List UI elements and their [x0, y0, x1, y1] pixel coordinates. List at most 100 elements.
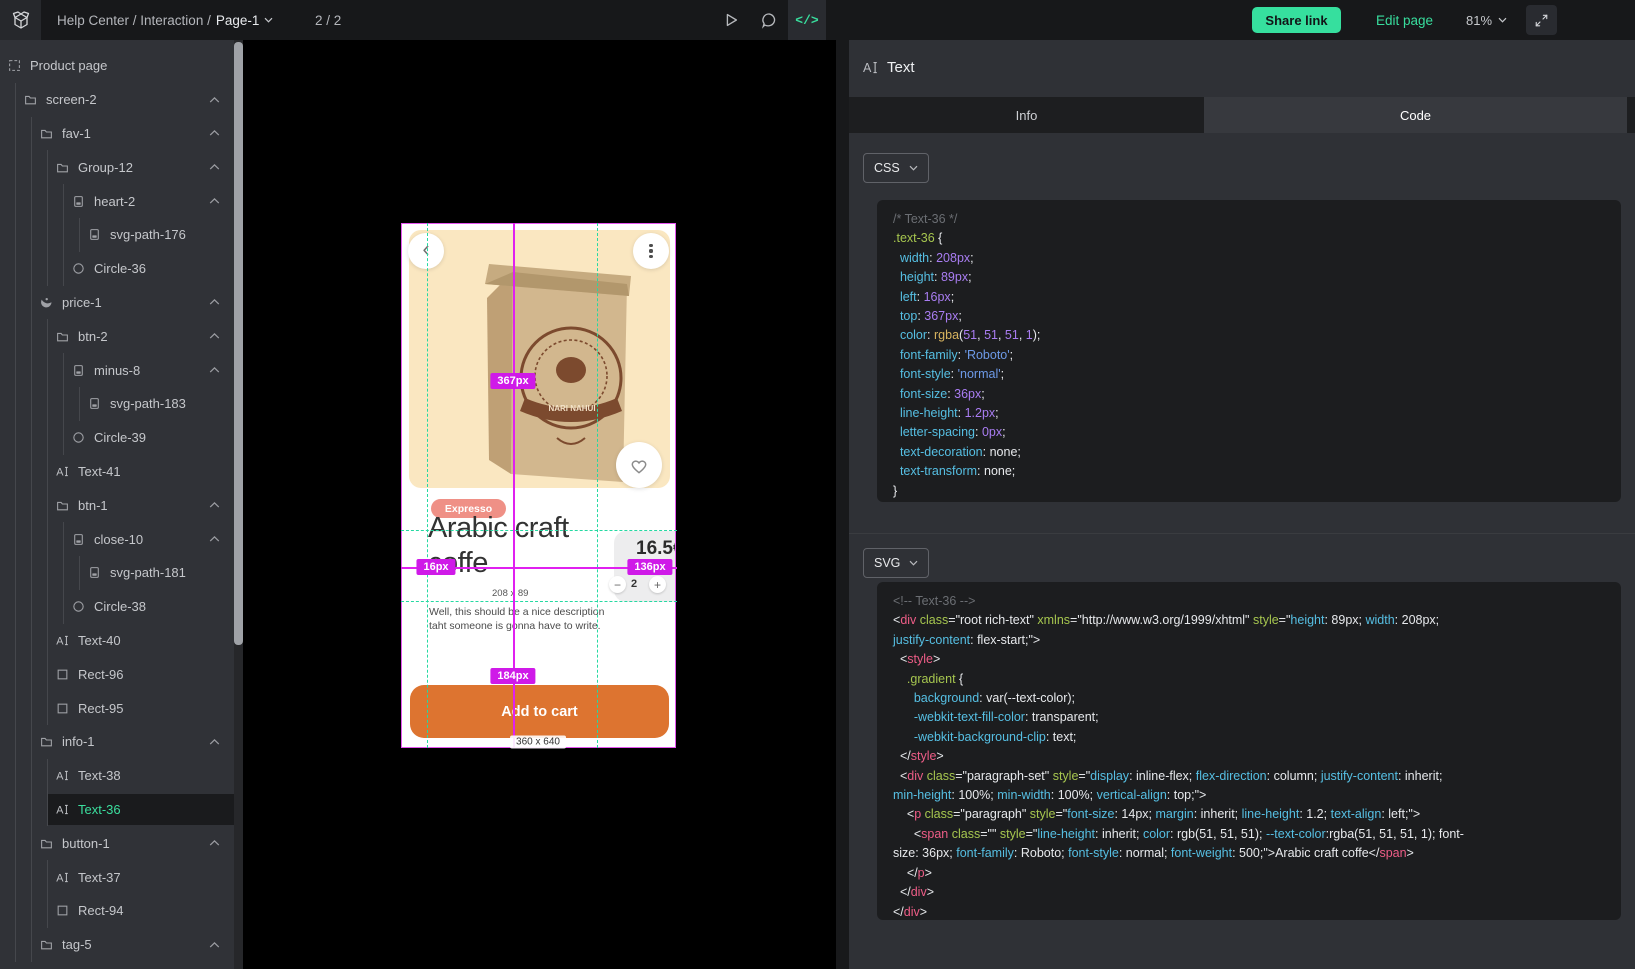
- svg-layer-icon: [72, 364, 85, 377]
- code-line: -webkit-text-fill-color: transparent;: [893, 708, 1605, 727]
- layer-row-product page[interactable]: Product page: [0, 49, 234, 83]
- layer-row-text-36[interactable]: AText-36: [0, 793, 234, 827]
- layer-row-svg-path-183[interactable]: svg-path-183: [0, 387, 234, 421]
- layer-row-price-1[interactable]: price-1: [0, 286, 234, 320]
- chevron-up-icon[interactable]: [209, 840, 220, 847]
- layer-row-heart-2[interactable]: heart-2: [0, 184, 234, 218]
- tab-info[interactable]: Info: [849, 97, 1204, 133]
- breadcrumb[interactable]: Help Center / Interaction / Page-1: [57, 0, 273, 40]
- layer-row-info-1[interactable]: info-1: [0, 725, 234, 759]
- layer-label: btn-2: [78, 329, 108, 344]
- circle-layer-icon: [72, 262, 85, 275]
- chevron-up-icon[interactable]: [209, 941, 220, 948]
- fullscreen-button[interactable]: [1526, 5, 1557, 35]
- chevron-up-icon[interactable]: [209, 164, 220, 171]
- layer-label: Circle-39: [94, 430, 146, 445]
- quantity-plus-button[interactable]: +: [649, 576, 666, 593]
- sidebar-scrollbar-thumb[interactable]: [234, 42, 243, 645]
- add-to-cart-button[interactable]: Add to cart: [410, 685, 669, 738]
- layer-label: minus-8: [94, 363, 140, 378]
- zoom-level-value: 81%: [1466, 13, 1492, 28]
- chevron-up-icon[interactable]: [209, 299, 220, 306]
- chevron-up-icon[interactable]: [209, 738, 220, 745]
- chevron-up-icon[interactable]: [209, 502, 220, 509]
- css-language-value: CSS: [874, 161, 900, 175]
- tree-guide-line: [31, 590, 32, 624]
- tree-guide-line: [15, 353, 16, 387]
- tree-guide-line: [31, 860, 32, 894]
- layer-row-circle-39[interactable]: Circle-39: [0, 421, 234, 455]
- tree-guide-line: [63, 252, 64, 286]
- layer-row-text-40[interactable]: AText-40: [0, 624, 234, 658]
- layer-label: fav-1: [62, 126, 91, 141]
- chevron-down-icon: [264, 17, 273, 23]
- tree-guide-line: [47, 860, 48, 894]
- layer-label: svg-path-176: [110, 227, 186, 242]
- tree-guide-line: [15, 488, 16, 522]
- layer-row-rect-94[interactable]: Rect-94: [0, 894, 234, 928]
- tree-guide-line: [47, 759, 48, 793]
- layer-row-circle-38[interactable]: Circle-38: [0, 590, 234, 624]
- tree-guide-line: [15, 826, 16, 860]
- layer-row-close-10[interactable]: close-10: [0, 522, 234, 556]
- tree-guide-line: [15, 421, 16, 455]
- zoom-level-control[interactable]: 81%: [1466, 0, 1507, 40]
- layer-row-text-37[interactable]: AText-37: [0, 860, 234, 894]
- code-mode-button[interactable]: </>: [788, 0, 826, 40]
- layer-row-svg-path-176[interactable]: svg-path-176: [0, 218, 234, 252]
- edit-page-link[interactable]: Edit page: [1376, 0, 1433, 40]
- code-line: text-decoration: none;: [893, 443, 1605, 462]
- share-link-button[interactable]: Share link: [1252, 7, 1341, 33]
- code-line: top: 367px;: [893, 307, 1605, 326]
- css-language-dropdown[interactable]: CSS: [863, 153, 929, 183]
- code-line: min-height: 100%; min-width: 100%; verti…: [893, 786, 1605, 805]
- favorite-button[interactable]: [616, 442, 662, 488]
- folder-layer-icon: [40, 938, 53, 951]
- layer-row-button-1[interactable]: button-1: [0, 826, 234, 860]
- chevron-up-icon[interactable]: [209, 130, 220, 137]
- chevron-up-icon[interactable]: [209, 333, 220, 340]
- back-button[interactable]: ‹: [408, 233, 444, 269]
- more-options-button[interactable]: [633, 233, 669, 269]
- tree-guide-line: [47, 590, 48, 624]
- layer-row-svg-path-181[interactable]: svg-path-181: [0, 556, 234, 590]
- chevron-up-icon[interactable]: [209, 367, 220, 374]
- tree-guide-line: [31, 657, 32, 691]
- code-line: text-transform: none;: [893, 462, 1605, 481]
- sidebar-scrollbar-track: [234, 40, 243, 969]
- chevron-left-icon: ‹: [423, 239, 430, 260]
- app-logo[interactable]: [0, 0, 41, 40]
- layer-row-group-12[interactable]: Group-12: [0, 150, 234, 184]
- svg-language-dropdown[interactable]: SVG: [863, 548, 929, 578]
- tree-guide-line: [31, 691, 32, 725]
- tree-guide-line: [47, 657, 48, 691]
- design-canvas[interactable]: NARI NAHUI ‹ Expresso Arabic craft coffe…: [243, 40, 836, 969]
- layer-row-tag-5[interactable]: tag-5: [0, 928, 234, 962]
- layer-row-screen-2[interactable]: screen-2: [0, 83, 234, 117]
- layer-row-fav-1[interactable]: fav-1: [0, 117, 234, 151]
- chevron-up-icon[interactable]: [209, 198, 220, 205]
- layer-row-rect-95[interactable]: Rect-95: [0, 691, 234, 725]
- code-line: color: rgba(51, 51, 51, 1);: [893, 326, 1605, 345]
- layer-row-minus-8[interactable]: minus-8: [0, 353, 234, 387]
- layer-row-rect-96[interactable]: Rect-96: [0, 657, 234, 691]
- play-button[interactable]: [712, 0, 750, 40]
- tree-guide-line: [79, 387, 80, 421]
- layer-row-text-38[interactable]: AText-38: [0, 759, 234, 793]
- layer-label: Circle-38: [94, 599, 146, 614]
- tree-guide-line: [15, 184, 16, 218]
- text-layer-icon: A: [56, 769, 69, 782]
- tab-code[interactable]: Code: [1204, 97, 1627, 133]
- tree-guide-line: [63, 218, 64, 252]
- layer-row-btn-1[interactable]: btn-1: [0, 488, 234, 522]
- chevron-up-icon[interactable]: [209, 536, 220, 543]
- screen-frame[interactable]: NARI NAHUI ‹ Expresso Arabic craft coffe…: [401, 223, 676, 748]
- quantity-minus-button[interactable]: −: [609, 576, 626, 593]
- tree-guide-line: [15, 252, 16, 286]
- layer-row-circle-36[interactable]: Circle-36: [0, 252, 234, 286]
- layer-row-text-41[interactable]: AText-41: [0, 455, 234, 489]
- layer-row-btn-2[interactable]: btn-2: [0, 319, 234, 353]
- chevron-up-icon[interactable]: [209, 96, 220, 103]
- comments-button[interactable]: [750, 0, 788, 40]
- tree-guide-line: [31, 725, 32, 759]
